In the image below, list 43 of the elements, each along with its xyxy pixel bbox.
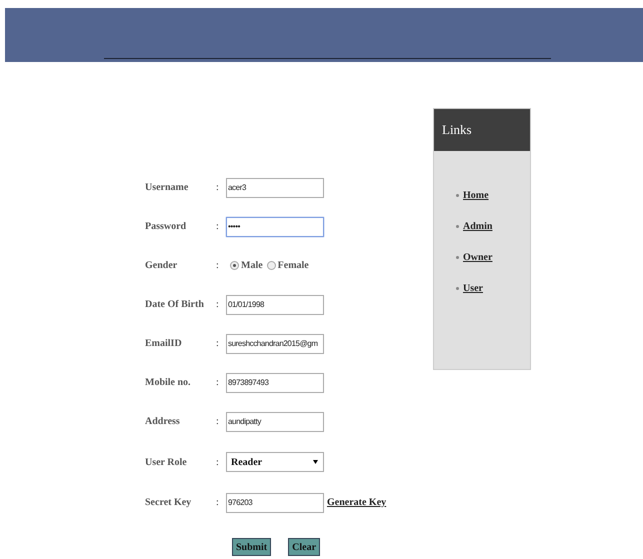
colon-separator: : xyxy=(216,416,220,427)
field-label: Password xyxy=(145,221,188,232)
field-label: Mobile no. xyxy=(145,377,192,388)
nav-link[interactable]: Owner xyxy=(463,252,492,263)
input-field[interactable]: aundipatty xyxy=(226,412,324,432)
field-label: Gender xyxy=(145,260,178,271)
nav-link[interactable]: Admin xyxy=(463,221,492,232)
field-label: Address xyxy=(145,416,181,427)
radio-button[interactable] xyxy=(230,261,239,270)
caret-icon xyxy=(313,460,318,464)
colon-separator: : xyxy=(216,338,220,349)
input-field[interactable]: 01/01/1998 xyxy=(226,294,324,314)
bullet-icon xyxy=(456,256,459,259)
form-button[interactable]: Submit xyxy=(232,538,272,556)
bullet-icon xyxy=(456,225,459,228)
input-field[interactable]: 8973897493 xyxy=(226,372,324,392)
colon-separator: : xyxy=(216,260,220,271)
radio-label: Female xyxy=(278,260,309,271)
radio-button[interactable] xyxy=(266,261,276,270)
radio-label: Male xyxy=(241,260,263,271)
nav-link[interactable]: Home xyxy=(463,190,489,201)
nav-link[interactable]: User xyxy=(463,283,483,294)
field-label: EmailID xyxy=(145,338,183,349)
field-label: Username xyxy=(145,182,190,193)
input-field[interactable]: sureshcchandran2015@gm xyxy=(226,334,324,354)
colon-separator: : xyxy=(216,377,220,388)
generate-key-link[interactable]: Generate Key xyxy=(327,497,386,508)
colon-separator: : xyxy=(216,456,220,468)
input-field[interactable]: 976203 xyxy=(226,492,324,512)
colon-separator: : xyxy=(216,221,220,232)
bullet-icon xyxy=(456,194,459,197)
panel-title: Links xyxy=(442,122,472,138)
input-field[interactable]: ••••• xyxy=(226,216,324,236)
bullet-icon xyxy=(456,287,459,290)
field-label: Secret Key xyxy=(145,497,192,508)
role-dropdown[interactable]: Reader xyxy=(226,452,324,472)
form-button[interactable]: Clear xyxy=(288,538,320,556)
colon-separator: : xyxy=(216,299,220,310)
field-label: Date Of Birth xyxy=(145,299,205,310)
colon-separator: : xyxy=(216,182,220,193)
colon-separator: : xyxy=(216,497,220,508)
input-field[interactable]: acer3 xyxy=(226,178,324,198)
field-label: User Role xyxy=(145,456,188,468)
